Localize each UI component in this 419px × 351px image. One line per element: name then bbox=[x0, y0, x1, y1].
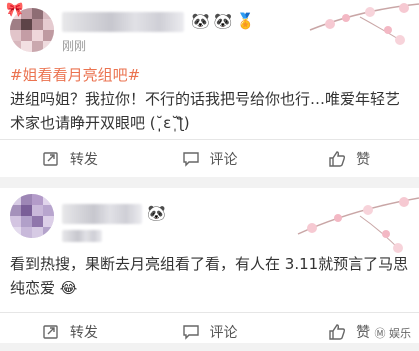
hashtag-link[interactable]: #姐看看月亮组吧# bbox=[10, 63, 410, 87]
repost-button[interactable]: 转发 bbox=[0, 313, 140, 351]
comment-icon bbox=[182, 152, 199, 167]
thumbs-up-icon bbox=[329, 324, 346, 340]
comment-button[interactable]: 评论 bbox=[140, 313, 280, 351]
like-label: 赞 bbox=[356, 152, 371, 168]
post-time-blurred bbox=[62, 230, 102, 242]
comment-label: 评论 bbox=[209, 152, 238, 168]
post-card: 🎀 🐼 🐼 🏅 刚刚 #姐看看月亮组吧# 进组吗姐？我拉你！不行的话我把号给你也… bbox=[0, 0, 419, 177]
username-blurred[interactable] bbox=[62, 204, 142, 224]
panda-icon: 🐼 bbox=[213, 12, 233, 30]
repost-icon bbox=[43, 152, 58, 166]
post-content: 看到热搜，果断去月亮组看了看，有人在 3.11就预言了马思纯恋爱 😂 bbox=[10, 252, 410, 300]
laughing-emoji-icon: 😂 bbox=[59, 279, 78, 297]
watermark: Ⓜ 娱乐 bbox=[374, 327, 412, 340]
comment-button[interactable]: 评论 bbox=[140, 140, 280, 178]
post-card: 🐼 看到热搜，果断去月亮组看了看，有人在 3.11就预言了马思纯恋爱 😂 转发 … bbox=[0, 188, 419, 343]
repost-button[interactable]: 转发 bbox=[0, 140, 140, 178]
bow-icon: 🎀 bbox=[6, 2, 24, 18]
cherry-blossom-decoration-icon bbox=[297, 197, 419, 253]
repost-icon bbox=[43, 325, 58, 339]
post-text: 进组吗姐？我拉你！不行的话我把号给你也行…唯爱年轻艺术家也请睁开双眼吧 (˘̩̩… bbox=[10, 90, 401, 132]
medal-icon: 🏅 bbox=[236, 12, 256, 30]
comment-icon bbox=[182, 325, 199, 340]
cherry-blossom-decoration-icon bbox=[309, 3, 419, 45]
action-bar: 转发 评论 赞 bbox=[0, 312, 419, 351]
comment-label: 评论 bbox=[209, 325, 238, 341]
thumbs-up-icon bbox=[329, 151, 346, 167]
like-button[interactable]: 赞 bbox=[279, 140, 419, 178]
repost-label: 转发 bbox=[69, 325, 98, 341]
action-bar: 转发 评论 赞 bbox=[0, 139, 419, 178]
avatar[interactable] bbox=[10, 194, 54, 238]
user-badges: 🐼 bbox=[147, 205, 166, 221]
username-blurred[interactable] bbox=[62, 12, 184, 32]
panda-icon: 🐼 bbox=[147, 204, 166, 222]
post-time: 刚刚 bbox=[62, 39, 87, 53]
panda-icon: 🐼 bbox=[191, 12, 210, 30]
post-content: #姐看看月亮组吧# 进组吗姐？我拉你！不行的话我把号给你也行…唯爱年轻艺术家也请… bbox=[10, 63, 410, 135]
user-badges: 🐼 🐼 🏅 bbox=[191, 13, 255, 29]
repost-label: 转发 bbox=[69, 152, 98, 168]
like-label: 赞 bbox=[356, 325, 371, 341]
